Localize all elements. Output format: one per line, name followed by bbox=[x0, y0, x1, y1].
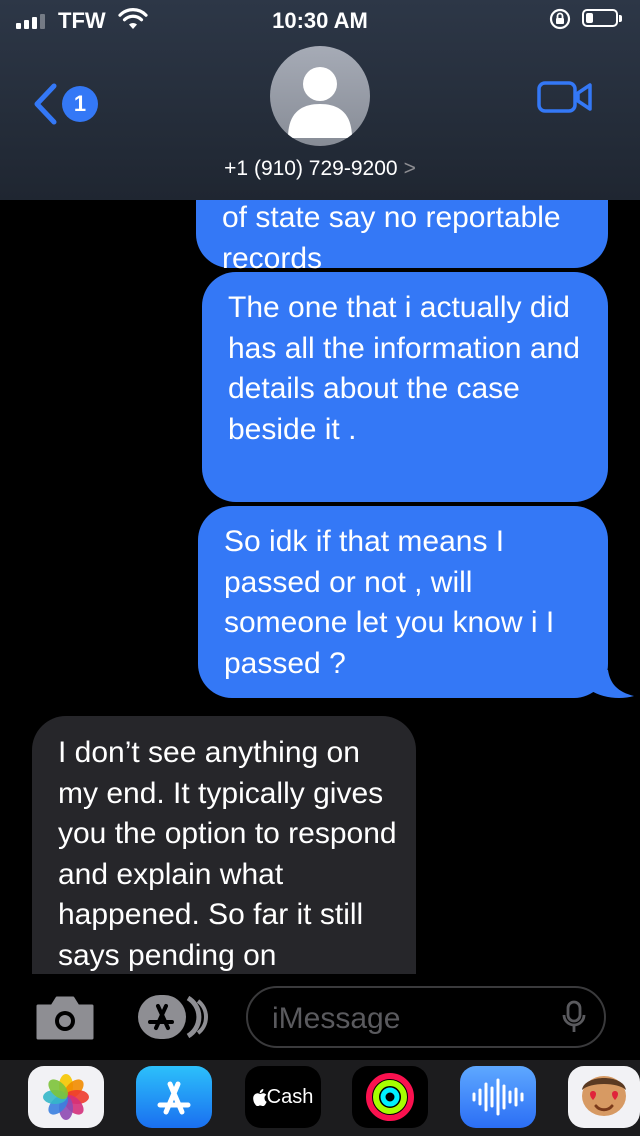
bubble-tail bbox=[590, 670, 634, 698]
person-silhouette-icon bbox=[288, 67, 352, 138]
microphone-icon[interactable] bbox=[562, 1000, 586, 1034]
app-store-drawer-icon[interactable] bbox=[136, 992, 216, 1042]
message-input[interactable]: iMessage bbox=[246, 986, 606, 1048]
camera-icon[interactable] bbox=[34, 992, 96, 1042]
audio-message-app-button[interactable] bbox=[460, 1066, 536, 1128]
activity-rings-icon bbox=[366, 1073, 414, 1121]
app-store-icon bbox=[157, 1081, 191, 1115]
cash-app-button[interactable]: Cash bbox=[245, 1066, 321, 1128]
battery-tip bbox=[619, 15, 622, 22]
waveform-icon bbox=[472, 1078, 524, 1116]
contact-name-text: +1 (910) 729-9200 bbox=[224, 157, 398, 180]
apple-logo-icon bbox=[252, 1088, 267, 1106]
battery-icon bbox=[582, 9, 618, 27]
message-bubble-received[interactable]: I don’t see anything on my end. It typic… bbox=[32, 716, 416, 974]
memoji-app-button[interactable] bbox=[568, 1066, 640, 1128]
message-text: of state say no reportable records bbox=[222, 201, 561, 275]
composer-bar: iMessage bbox=[0, 974, 640, 1060]
app-drawer: Cash bbox=[0, 1060, 640, 1136]
message-input-placeholder: iMessage bbox=[272, 1002, 401, 1035]
cash-label-text: Cash bbox=[266, 1085, 314, 1108]
photos-icon bbox=[43, 1074, 89, 1120]
unread-count-badge: 1 bbox=[62, 86, 98, 122]
app-store-app-button[interactable] bbox=[136, 1066, 212, 1128]
message-text: So idk if that means I passed or not , w… bbox=[224, 525, 555, 680]
message-text: The one that i actually did has all the … bbox=[228, 291, 580, 446]
back-button[interactable]: 1 bbox=[32, 80, 112, 130]
status-bar: TFW 10:30 AM bbox=[0, 0, 640, 40]
message-text: I don’t see anything on my end. It typic… bbox=[58, 736, 397, 972]
contact-name[interactable]: +1 (910) 729-9200 > bbox=[0, 157, 640, 181]
fitness-app-button[interactable] bbox=[352, 1066, 428, 1128]
contact-avatar[interactable] bbox=[270, 46, 370, 146]
facetime-video-icon[interactable] bbox=[536, 78, 594, 116]
message-bubble-sent[interactable]: of state say no reportable records bbox=[196, 200, 608, 275]
message-list: of state say no reportable records The o… bbox=[0, 200, 640, 974]
memoji-icon bbox=[582, 1076, 626, 1116]
message-bubble-sent[interactable]: So idk if that means I passed or not , w… bbox=[198, 506, 608, 698]
clock: 10:30 AM bbox=[272, 8, 368, 33]
photos-app-button[interactable] bbox=[28, 1066, 104, 1128]
message-bubble-sent[interactable]: The one that i actually did has all the … bbox=[202, 272, 608, 502]
chevron-left-icon bbox=[34, 83, 57, 125]
cash-label: Cash bbox=[245, 1066, 321, 1128]
chevron-right-icon: > bbox=[403, 157, 416, 180]
rotation-lock-icon bbox=[549, 8, 571, 30]
